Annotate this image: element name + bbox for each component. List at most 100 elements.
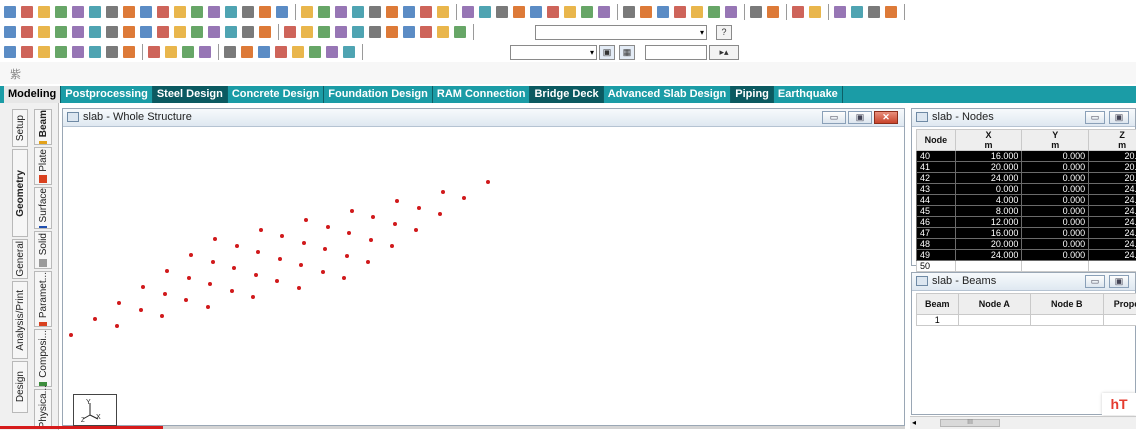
toolbar-tool-icon[interactable] [157, 26, 169, 38]
coordinate-cell[interactable]: 16.000 [954, 150, 1023, 162]
structure-node[interactable] [438, 212, 442, 216]
structure-node[interactable] [189, 253, 193, 257]
structure-node[interactable] [392, 221, 397, 226]
left-subtab-surface[interactable]: Surface [34, 187, 52, 229]
column-header[interactable]: Zm [1088, 129, 1136, 151]
toolbar-tool-icon[interactable] [174, 6, 186, 18]
grid-toggle-button[interactable]: ▣ [599, 45, 615, 60]
toolbar-tool-icon[interactable] [352, 26, 364, 38]
toolbar-tool-icon[interactable] [369, 6, 381, 18]
node-id-cell[interactable]: 42 [916, 172, 956, 184]
toolbar-tool-icon[interactable] [309, 46, 321, 58]
toolbar-tool-icon[interactable] [191, 6, 203, 18]
coordinate-cell[interactable]: 4.000 [954, 194, 1023, 206]
toolbar-tool-icon[interactable] [4, 46, 16, 58]
coordinate-cell[interactable]: 20.000 [1088, 161, 1136, 173]
toolbar-tool-icon[interactable] [38, 6, 50, 18]
node-id-cell[interactable]: 45 [916, 205, 956, 217]
column-header[interactable]: Property Re [1102, 293, 1136, 315]
coordinate-cell[interactable]: 24.000 [1088, 238, 1136, 250]
structure-node[interactable] [277, 256, 282, 261]
toolbar-tool-icon[interactable] [157, 6, 169, 18]
toolbar-tool-icon[interactable] [259, 6, 271, 18]
toolbar-tool-icon[interactable] [89, 46, 101, 58]
structure-node[interactable] [299, 263, 303, 267]
toolbar-tool-icon[interactable] [208, 6, 220, 18]
structure-viewport[interactable] [63, 127, 904, 425]
table-row[interactable]: 4120.0000.00020.000 [916, 161, 1136, 173]
coordinate-cell[interactable]: 0.000 [1021, 194, 1090, 206]
structure-node[interactable] [414, 228, 418, 232]
table-row[interactable]: 430.0000.00024.000 [916, 183, 1136, 195]
structure-node[interactable] [232, 266, 236, 270]
toolbar-tool-icon[interactable] [191, 26, 203, 38]
toolbar-tool-icon[interactable] [106, 46, 118, 58]
toolbar-tool-icon[interactable] [38, 46, 50, 58]
structure-node[interactable] [208, 282, 212, 286]
column-header[interactable]: Node B [1030, 293, 1104, 315]
nodes-maximize-button[interactable]: ▣ [1109, 111, 1129, 124]
column-header[interactable]: Node [916, 129, 956, 151]
structure-node[interactable] [342, 276, 346, 280]
coordinate-cell[interactable]: 0.000 [1021, 227, 1090, 239]
toolbar-tool-icon[interactable] [106, 6, 118, 18]
toolbar-tool-icon[interactable] [834, 6, 846, 18]
toolbar-tool-icon[interactable] [241, 46, 253, 58]
coordinate-cell[interactable]: 24.000 [1088, 183, 1136, 195]
beams-minimize-button[interactable]: ▭ [1085, 275, 1105, 288]
node-id-cell[interactable]: 44 [916, 194, 956, 206]
toolbar-tool-icon[interactable] [767, 6, 779, 18]
node-id-cell[interactable]: 47 [916, 227, 956, 239]
left-subtab-paramet-[interactable]: Paramet... [34, 271, 52, 327]
toolbar-tool-icon[interactable] [106, 26, 118, 38]
toolbar-tool-icon[interactable] [259, 26, 271, 38]
view-combo[interactable]: ▾ [535, 25, 707, 40]
structure-node[interactable] [325, 224, 330, 229]
structure-node[interactable] [138, 307, 143, 312]
beam-id-cell[interactable]: 1 [916, 314, 959, 326]
nodes-table[interactable]: NodeXmYmZm4016.0000.00020.0004120.0000.0… [916, 129, 1136, 272]
structure-node[interactable] [275, 279, 279, 283]
nodes-minimize-button[interactable]: ▭ [1085, 111, 1105, 124]
toolbar-tool-icon[interactable] [691, 6, 703, 18]
structure-node[interactable] [141, 285, 145, 289]
structure-node[interactable] [258, 227, 263, 232]
column-header[interactable]: Ym [1021, 129, 1090, 151]
structure-node[interactable] [114, 323, 119, 328]
structure-node[interactable] [160, 314, 164, 318]
node-id-cell[interactable]: 41 [916, 161, 956, 173]
toolbar-tool-icon[interactable] [462, 6, 474, 18]
coordinate-cell[interactable]: 20.000 [1088, 150, 1136, 162]
toolbar-tool-icon[interactable] [21, 46, 33, 58]
left-tab-general[interactable]: General [12, 239, 28, 279]
coordinate-cell[interactable]: 24.000 [1088, 227, 1136, 239]
structure-node[interactable] [462, 196, 466, 200]
tab-bridge-deck[interactable]: Bridge Deck [530, 86, 604, 103]
table-row[interactable]: 4820.0000.00024.000 [916, 238, 1136, 250]
coordinate-cell[interactable] [1088, 260, 1136, 272]
table-row[interactable]: 4716.0000.00024.000 [916, 227, 1136, 239]
left-tab-setup[interactable]: Setup [12, 109, 28, 147]
tab-piping[interactable]: Piping [731, 86, 774, 103]
coordinate-cell[interactable]: 0.000 [1021, 183, 1090, 195]
structure-node[interactable] [210, 259, 215, 264]
table-row[interactable]: 4924.0000.00024.000 [916, 249, 1136, 261]
toolbar-tool-icon[interactable] [403, 26, 415, 38]
tab-steel-design[interactable]: Steel Design [152, 86, 228, 103]
coordinate-cell[interactable]: 24.000 [1088, 205, 1136, 217]
structure-node[interactable] [395, 199, 399, 203]
toolbar-tool-icon[interactable] [868, 6, 880, 18]
coordinate-cell[interactable]: 24.000 [1088, 249, 1136, 261]
tab-modeling[interactable]: Modeling [4, 86, 62, 103]
toolbar-tool-icon[interactable] [564, 6, 576, 18]
toolbar-tool-icon[interactable] [623, 6, 635, 18]
table-row[interactable]: 4612.0000.00024.000 [916, 216, 1136, 228]
beams-horizontal-scrollbar[interactable]: ◂ III [910, 416, 1136, 429]
toolbar-tool-icon[interactable] [301, 6, 313, 18]
structure-node[interactable] [349, 208, 354, 213]
structure-node[interactable] [304, 218, 308, 222]
toolbar-tool-icon[interactable] [21, 6, 33, 18]
toolbar-tool-icon[interactable] [513, 6, 525, 18]
structure-node[interactable] [280, 234, 284, 238]
toolbar-tool-icon[interactable] [55, 26, 67, 38]
